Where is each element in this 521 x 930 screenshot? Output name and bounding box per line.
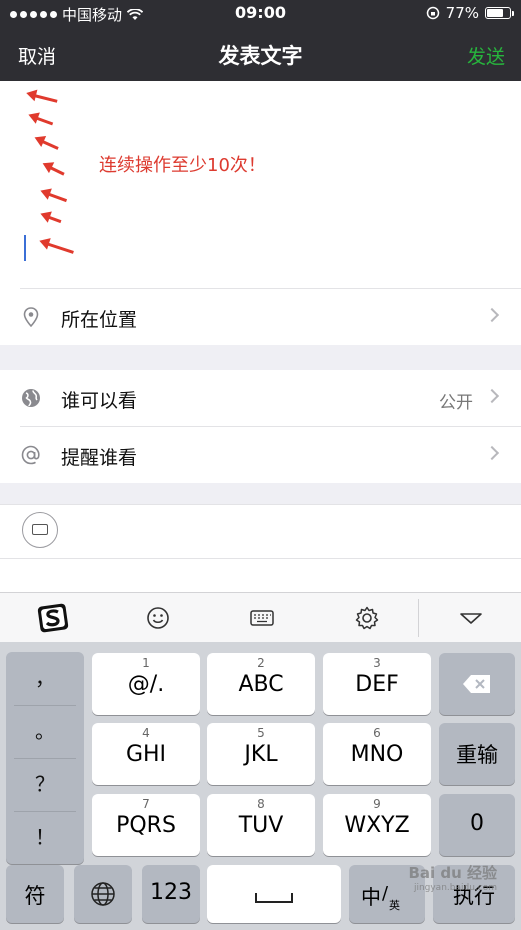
punctuation-key[interactable]: 。 (6, 705, 84, 758)
location-label: 所在位置 (61, 309, 138, 331)
key-6[interactable]: 6 MNO (323, 723, 431, 785)
key-9[interactable]: 9 WXYZ (323, 794, 431, 856)
key-5[interactable]: 5 JKL (207, 723, 315, 785)
key-7[interactable]: 7 PQRS (92, 794, 200, 856)
space-icon (255, 893, 293, 903)
section-gap (0, 483, 521, 504)
backspace-key[interactable] (439, 653, 515, 715)
backspace-icon (463, 675, 490, 693)
keyboard-layout-icon[interactable] (249, 605, 275, 631)
key-3[interactable]: 3 DEF (323, 653, 431, 715)
annotation-arrow (43, 191, 68, 203)
chevron-right-icon (484, 307, 500, 323)
punctuation-key[interactable]: ， (6, 652, 84, 705)
zero-key[interactable]: 0 (439, 794, 515, 856)
text-cursor (24, 235, 26, 261)
top-bar: 中国移动 09:00 77% 取消 发表文字 发送 (0, 0, 521, 81)
key-1[interactable]: 1 @/. (92, 653, 200, 715)
divider (0, 558, 521, 559)
watermark-logo: Bai du 经验 jingyan.baidu.com (408, 864, 497, 893)
annotation-arrow (42, 241, 74, 254)
visibility-row[interactable]: 谁可以看 公开 (0, 370, 521, 426)
annotation-arrow (45, 164, 65, 176)
orientation-lock-icon (426, 6, 439, 20)
key-8[interactable]: 8 TUV (207, 794, 315, 856)
settings-gear-icon[interactable] (354, 605, 380, 631)
status-bar: 中国移动 09:00 77% (0, 0, 521, 26)
space-key[interactable] (207, 865, 341, 923)
symbol-key[interactable]: 符 (6, 865, 64, 923)
page-title: 发表文字 (218, 44, 303, 68)
location-row[interactable]: 所在位置 (0, 289, 521, 345)
collapse-keyboard-icon[interactable] (458, 605, 484, 631)
annotation-arrow (37, 138, 59, 150)
visibility-value: 公开 (439, 393, 473, 413)
location-pin-icon (23, 307, 39, 328)
punctuation-key[interactable]: ！ (6, 811, 84, 864)
key-2[interactable]: 2 ABC (207, 653, 315, 715)
battery-percent: 77% (445, 4, 479, 22)
keyboard-toolbar (0, 592, 521, 642)
numeric-key[interactable]: 123 (142, 865, 200, 923)
battery-icon (485, 7, 514, 19)
keyboard-toggle-button[interactable] (22, 512, 58, 548)
retype-key[interactable]: 重输 (439, 723, 515, 785)
emoji-icon[interactable] (145, 605, 171, 631)
punctuation-key[interactable]: ？ (6, 758, 84, 811)
punctuation-column: ， 。 ？ ！ (6, 652, 84, 864)
compose-text-area[interactable]: 连续操作至少10次！ (0, 81, 521, 288)
annotation-arrow (43, 214, 62, 224)
divider (0, 504, 521, 505)
annotation-text: 连续操作至少10次！ (99, 155, 266, 176)
keyboard-icon (32, 524, 48, 535)
section-gap (0, 345, 521, 370)
globe-icon (22, 389, 40, 407)
chevron-right-icon (484, 445, 500, 461)
language-switch-key[interactable] (74, 865, 132, 923)
mention-row[interactable]: 提醒谁看 (0, 427, 521, 483)
at-sign-icon (21, 445, 40, 465)
chevron-right-icon (484, 388, 500, 404)
visibility-label: 谁可以看 (61, 390, 138, 412)
send-button[interactable]: 发送 (467, 42, 505, 69)
annotation-arrow (31, 115, 54, 126)
sogou-logo-icon[interactable] (36, 603, 70, 633)
toolbar-divider (418, 599, 419, 637)
annotation-arrow (29, 93, 58, 103)
mention-label: 提醒谁看 (61, 447, 138, 469)
key-4[interactable]: 4 GHI (92, 723, 200, 785)
globe-icon (91, 882, 115, 906)
